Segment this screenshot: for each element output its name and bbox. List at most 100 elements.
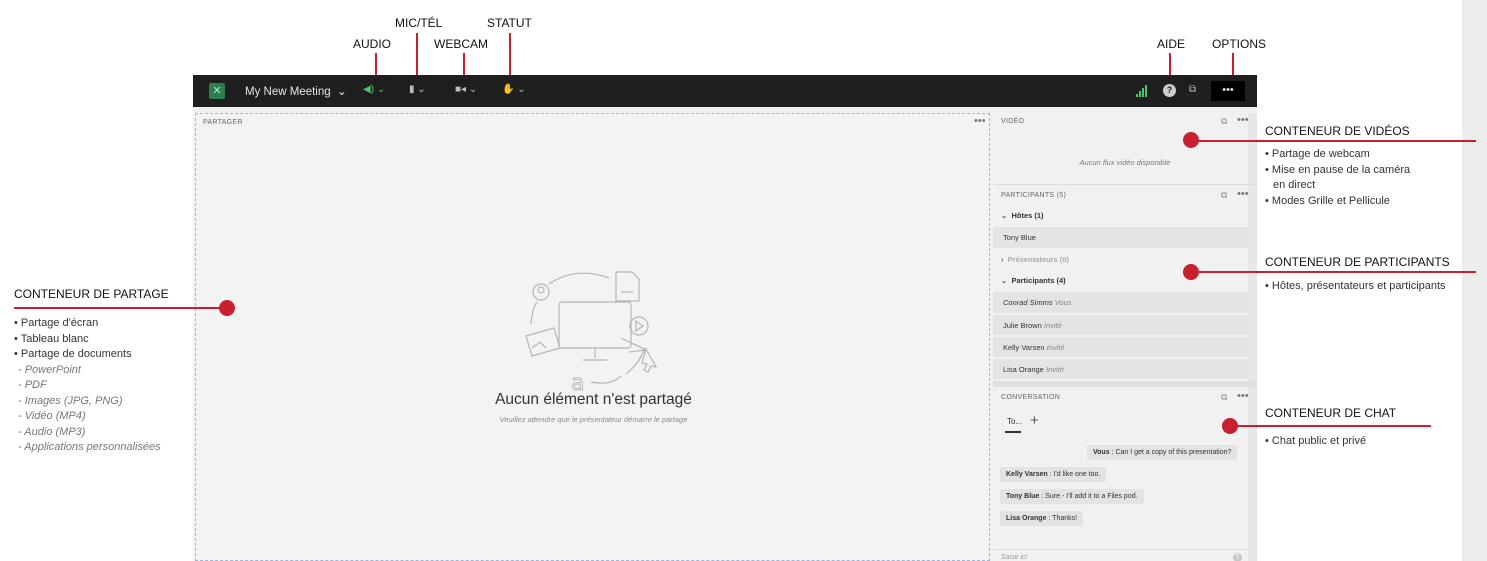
- chat-input-placeholder: Saisir ici: [1001, 554, 1028, 561]
- chat-text: : Can I get a copy of this presentation?: [1111, 449, 1232, 456]
- annotation-participants-list: • Hôtes, présentateurs et participants: [1265, 279, 1446, 295]
- connection-signal-icon: [1136, 85, 1150, 97]
- audio-button[interactable]: ◀) ⌄: [363, 84, 385, 95]
- pods-scroll-gutter: [1248, 113, 1257, 561]
- chevron-down-icon: ⌄: [1001, 276, 1008, 285]
- chat-text: : I'd like one too.: [1049, 471, 1101, 478]
- annotation-share-dot: [219, 300, 235, 316]
- participant-name: Lisa Orange: [1003, 365, 1044, 374]
- annotation-item: • Modes Grille et Pellicule: [1265, 194, 1390, 207]
- label-audio: AUDIO: [353, 37, 392, 51]
- meeting-toolbar: ✕ My New Meeting ⌄ ◀) ⌄ ▮ ⌄ ■◂ ⌄ ✋ ⌄ ? ⧉…: [193, 75, 1257, 107]
- share-empty-subtitle: Veuillez attendre que le présentateur dé…: [499, 415, 688, 424]
- help-button[interactable]: ?: [1163, 84, 1176, 97]
- chat-fit-icon[interactable]: ⧉: [1221, 392, 1227, 403]
- annotation-video-title: CONTENEUR DE VIDÉOS: [1265, 124, 1410, 138]
- chevron-right-icon: ›: [1001, 255, 1004, 264]
- chat-author: Lisa Orange: [1006, 515, 1047, 522]
- annotation-chat-title: CONTENEUR DE CHAT: [1265, 406, 1397, 420]
- chevron-down-icon: ⌄: [417, 84, 426, 95]
- annotation-share-list: • Partage d'écran • Tableau blanc • Part…: [14, 316, 161, 456]
- options-button[interactable]: •••: [1211, 81, 1245, 101]
- annotation-item: • Mise en pause de la caméra: [1265, 163, 1411, 176]
- hosts-group-toggle[interactable]: ⌄ Hôtes (1): [993, 205, 1248, 226]
- participants-count: (5): [1056, 192, 1067, 199]
- annotation-participants-title: CONTENEUR DE PARTICIPANTS: [1265, 255, 1450, 269]
- share-pod-title: PARTAGER: [203, 119, 243, 126]
- pointer-options: [1232, 53, 1234, 75]
- annotation-video-line: [1192, 140, 1476, 142]
- participant-name: Kelly Varsen: [1003, 343, 1045, 352]
- participant-role: Invité: [1043, 321, 1062, 330]
- participant-row[interactable]: Julie Brown Invité: [993, 314, 1248, 335]
- chat-text: : Thanks!: [1048, 515, 1078, 522]
- chat-author: Tony Blue: [1006, 493, 1040, 500]
- chevron-down-icon: ⌄: [376, 84, 386, 95]
- chat-input-field[interactable]: [993, 549, 1248, 561]
- label-aide: AIDE: [1157, 37, 1186, 51]
- chat-pod-menu-button[interactable]: •••: [1237, 391, 1249, 402]
- annotation-subitem: - PowerPoint: [18, 363, 81, 376]
- participants-group-label: Participants (4): [1011, 276, 1066, 285]
- participants-pod-menu-button[interactable]: •••: [1237, 189, 1249, 200]
- label-mic: MIC/TÉL: [395, 16, 443, 30]
- annotation-item: • Hôtes, présentateurs et participants: [1265, 280, 1446, 292]
- chevron-down-icon: ⌄: [517, 84, 526, 95]
- pod-divider: [993, 184, 1257, 185]
- status-button[interactable]: ✋ ⌄: [502, 84, 526, 95]
- chat-help-icon[interactable]: ?: [1233, 553, 1242, 561]
- chat-message: Kelly Varsen : I'd like one too.: [1000, 467, 1107, 482]
- annotation-share-line: [14, 307, 226, 309]
- chevron-down-icon: ⌄: [1001, 211, 1008, 220]
- annotation-participants-line: [1192, 271, 1476, 273]
- participant-name: Tony Blue: [1003, 233, 1036, 242]
- share-pod-menu-button[interactable]: •••: [974, 116, 986, 127]
- annotation-video-list: • Partage de webcam • Mise en pause de l…: [1265, 147, 1410, 209]
- participant-role: Invité: [1045, 365, 1064, 374]
- share-pod: PARTAGER ••• a Aucun élément n'est parta…: [195, 113, 990, 561]
- annotation-subitem: - Images (JPG, PNG): [18, 394, 123, 407]
- participants-group-toggle[interactable]: ⌄ Participants (4): [993, 270, 1248, 291]
- presenters-group-toggle[interactable]: › Présentateurs (0): [993, 249, 1248, 270]
- chat-tab-everyone[interactable]: To...: [1007, 417, 1022, 426]
- chat-pod-title: CONVERSATION: [1001, 394, 1061, 401]
- page-edge-strip: [1462, 0, 1487, 561]
- video-pod-title: VIDÉO: [1001, 118, 1025, 125]
- participants-fit-icon[interactable]: ⧉: [1221, 190, 1227, 201]
- participants-pod-title: PARTICIPANTS (5): [1001, 192, 1066, 199]
- camera-icon: ■◂: [455, 84, 467, 95]
- chat-message: Vous : Can I get a copy of this presenta…: [1087, 445, 1238, 460]
- chat-message: Lisa Orange : Thanks!: [1000, 511, 1084, 526]
- meeting-title-menu[interactable]: My New Meeting ⌄: [245, 84, 347, 98]
- label-webcam: WEBCAM: [434, 37, 488, 51]
- webcam-button[interactable]: ■◂ ⌄: [455, 84, 477, 95]
- fit-screen-icon[interactable]: ⧉: [1189, 84, 1196, 95]
- right-pods-column: VIDÉO ⧉ ••• Aucun flux vidéo disponible …: [993, 113, 1257, 561]
- participant-row[interactable]: Kelly Varsen Invité: [993, 336, 1248, 357]
- annotation-share-title: CONTENEUR DE PARTAGE: [14, 287, 169, 301]
- speaker-icon: ◀): [363, 84, 375, 95]
- participants-title-label: PARTICIPANTS: [1001, 192, 1055, 199]
- annotation-subitem: - Audio (MP3): [18, 425, 86, 438]
- pointer-audio: [375, 53, 377, 75]
- participant-row[interactable]: Conrad Simms Vous: [993, 292, 1248, 313]
- pointer-webcam: [463, 53, 465, 75]
- annotation-item: • Tableau blanc: [14, 332, 89, 345]
- participant-name: Conrad Simms: [1003, 298, 1053, 307]
- participant-row[interactable]: Lisa Orange Invité: [993, 358, 1248, 379]
- share-illustration-icon: a: [525, 271, 658, 394]
- video-fit-icon[interactable]: ⧉: [1221, 116, 1227, 127]
- pointer-statut: [509, 33, 511, 75]
- annotation-subitem: - PDF: [18, 379, 47, 391]
- pod-divider: [993, 381, 1257, 387]
- raise-hand-icon: ✋: [502, 84, 515, 95]
- chat-tab-underline: [1005, 431, 1021, 433]
- participant-row[interactable]: Tony Blue: [993, 227, 1248, 248]
- annotation-item: • Partage d'écran: [14, 317, 99, 329]
- mic-button[interactable]: ▮ ⌄: [409, 84, 426, 95]
- add-chat-tab-button[interactable]: +: [1030, 412, 1039, 429]
- video-pod-menu-button[interactable]: •••: [1237, 115, 1249, 126]
- presenters-group-label: Présentateurs (0): [1007, 255, 1069, 264]
- meeting-app-window: ✕ My New Meeting ⌄ ◀) ⌄ ▮ ⌄ ■◂ ⌄ ✋ ⌄ ? ⧉…: [193, 75, 1257, 561]
- label-statut: STATUT: [487, 16, 532, 30]
